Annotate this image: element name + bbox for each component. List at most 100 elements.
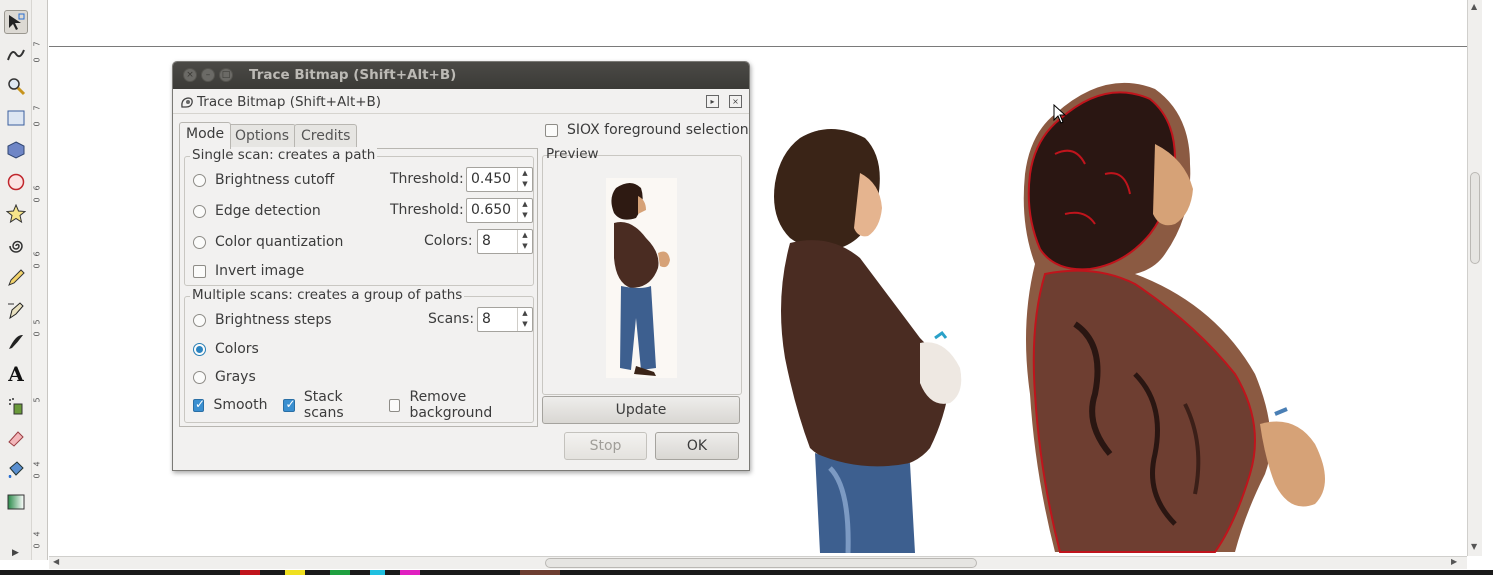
edge-threshold-spin[interactable]: 0.650 ▲ ▼ [466, 198, 533, 223]
brightness-steps-radio[interactable] [193, 313, 206, 327]
brightness-threshold-spin[interactable]: 0.450 ▲ ▼ [466, 167, 533, 192]
zoom-icon[interactable] [4, 74, 28, 98]
spin-arrows-icon[interactable]: ▲ ▼ [517, 199, 532, 222]
scroll-right-icon[interactable]: ▶ [1451, 557, 1457, 566]
bitmap-photo[interactable] [770, 128, 985, 553]
ellipse-icon[interactable] [4, 170, 28, 194]
toolbox: A ▶ [0, 0, 32, 560]
preview-image [606, 178, 677, 378]
ruler-tick: 5 [32, 397, 42, 403]
edge-detection-option[interactable]: Edge detection [193, 200, 321, 222]
paint-bucket-icon[interactable] [4, 458, 28, 482]
scroll-left-icon[interactable]: ◀ [53, 557, 59, 566]
brightness-cutoff-option[interactable]: Brightness cutoff [193, 169, 334, 191]
maximize-icon[interactable]: □ [219, 68, 233, 82]
grays-option[interactable]: Grays [193, 366, 256, 388]
edge-detection-label: Edge detection [215, 203, 321, 219]
edge-detection-radio[interactable] [193, 204, 206, 218]
color-quantization-label: Color quantization [215, 234, 344, 250]
ruler-tick: 0 [32, 473, 42, 479]
rectangle-icon[interactable] [4, 106, 28, 130]
spin-arrows-icon[interactable]: ▲ ▼ [517, 308, 532, 331]
spin-arrows-icon[interactable]: ▲ ▼ [517, 230, 532, 253]
ruler-tick: 4 [32, 461, 42, 467]
scroll-down-icon[interactable]: ▼ [1471, 542, 1477, 551]
ok-button[interactable]: OK [655, 432, 739, 460]
siox-checkbox[interactable] [545, 123, 558, 137]
ruler-tick: 0 [32, 57, 42, 63]
text-icon[interactable]: A [4, 362, 28, 386]
grays-radio[interactable] [193, 370, 206, 384]
ruler-tick: 7 [32, 41, 42, 47]
ruler-tick: 7 [32, 105, 42, 111]
spin-arrows-icon[interactable]: ▲ ▼ [517, 168, 532, 191]
dialog-titlebar[interactable]: × – □ Trace Bitmap (Shift+Alt+B) [173, 62, 749, 89]
edge-threshold-value[interactable]: 0.650 [471, 202, 511, 218]
colors-radio[interactable] [193, 342, 206, 356]
dock-title: Trace Bitmap (Shift+Alt+B) [197, 94, 382, 110]
update-button[interactable]: Update [542, 396, 740, 424]
traced-bitmap[interactable] [1015, 74, 1345, 554]
spiral-icon[interactable] [4, 234, 28, 258]
tab-mode[interactable]: Mode [179, 122, 232, 149]
smooth-checkbox[interactable] [193, 397, 206, 412]
mouse-cursor-icon [1053, 104, 1067, 124]
3d-box-icon[interactable] [4, 138, 28, 162]
brightness-cutoff-radio[interactable] [193, 173, 206, 187]
ruler-tick: 0 [32, 197, 42, 203]
ruler-tick: 0 [32, 543, 42, 549]
color-quantization-radio[interactable] [193, 235, 206, 249]
color-quantization-option[interactable]: Color quantization [193, 231, 343, 253]
stack-scans-checkbox[interactable] [283, 397, 296, 412]
scans-value[interactable]: 8 [482, 311, 491, 327]
pencil-icon[interactable] [4, 266, 28, 290]
eraser-icon[interactable] [4, 426, 28, 450]
dock-iconify-icon[interactable]: ▸ [706, 95, 719, 108]
gradient-icon[interactable] [4, 490, 28, 514]
ruler-tick: 6 [32, 251, 42, 257]
scroll-up-icon[interactable]: ▲ [1471, 2, 1477, 11]
remove-background-checkbox[interactable] [389, 398, 401, 412]
siox-option[interactable]: SIOX foreground selection [545, 122, 749, 138]
scans-spin[interactable]: 8 ▲ ▼ [477, 307, 533, 332]
invert-image-label: Invert image [215, 263, 305, 279]
brightness-steps-option[interactable]: Brightness steps [193, 309, 332, 331]
brightness-threshold-value[interactable]: 0.450 [471, 171, 511, 187]
ruler-tick: 5 [32, 319, 42, 325]
tab-options[interactable]: Options [228, 124, 297, 149]
quantization-colors-value[interactable]: 8 [482, 233, 491, 249]
star-icon[interactable] [4, 202, 28, 226]
vertical-scroll-thumb[interactable] [1470, 172, 1480, 264]
siox-label: SIOX foreground selection [567, 122, 749, 138]
spray-icon[interactable] [4, 394, 28, 418]
dock-header: Trace Bitmap (Shift+Alt+B) ▸ × [173, 90, 749, 114]
stop-button[interactable]: Stop [564, 432, 647, 460]
scan-options-row: Smooth Stack scans Remove background [193, 389, 533, 421]
colors-option[interactable]: Colors [193, 338, 259, 360]
horizontal-scrollbar[interactable]: ◀ ▶ [49, 556, 1467, 569]
colors-label: Colors [215, 341, 259, 357]
horizontal-scroll-thumb[interactable] [545, 558, 977, 568]
single-scan-title: Single scan: creates a path [190, 147, 378, 163]
dialog-window-title: Trace Bitmap (Shift+Alt+B) [249, 67, 457, 83]
selector-icon[interactable] [4, 10, 28, 34]
stack-scans-label: Stack scans [303, 389, 344, 421]
multiple-scans-title: Multiple scans: creates a group of paths [190, 287, 465, 303]
page-border [49, 46, 1467, 47]
tweak-icon[interactable] [4, 42, 28, 66]
toolbox-expand-icon[interactable]: ▶ [12, 548, 19, 558]
quantization-colors-spin[interactable]: 8 ▲ ▼ [477, 229, 533, 254]
ruler-tick: 4 [32, 531, 42, 537]
invert-image-checkbox[interactable] [193, 264, 206, 278]
dock-close-icon[interactable]: × [729, 95, 742, 108]
invert-image-option[interactable]: Invert image [193, 260, 304, 282]
brightness-steps-label: Brightness steps [215, 312, 332, 328]
minimize-icon[interactable]: – [201, 68, 215, 82]
close-icon[interactable]: × [183, 68, 197, 82]
pen-icon[interactable] [4, 298, 28, 322]
color-palette[interactable] [0, 570, 1493, 575]
tab-credits[interactable]: Credits [294, 124, 358, 149]
brightness-cutoff-label: Brightness cutoff [215, 172, 335, 188]
calligraphy-icon[interactable] [4, 330, 28, 354]
vertical-scrollbar[interactable]: ▲ ▼ [1467, 0, 1482, 556]
